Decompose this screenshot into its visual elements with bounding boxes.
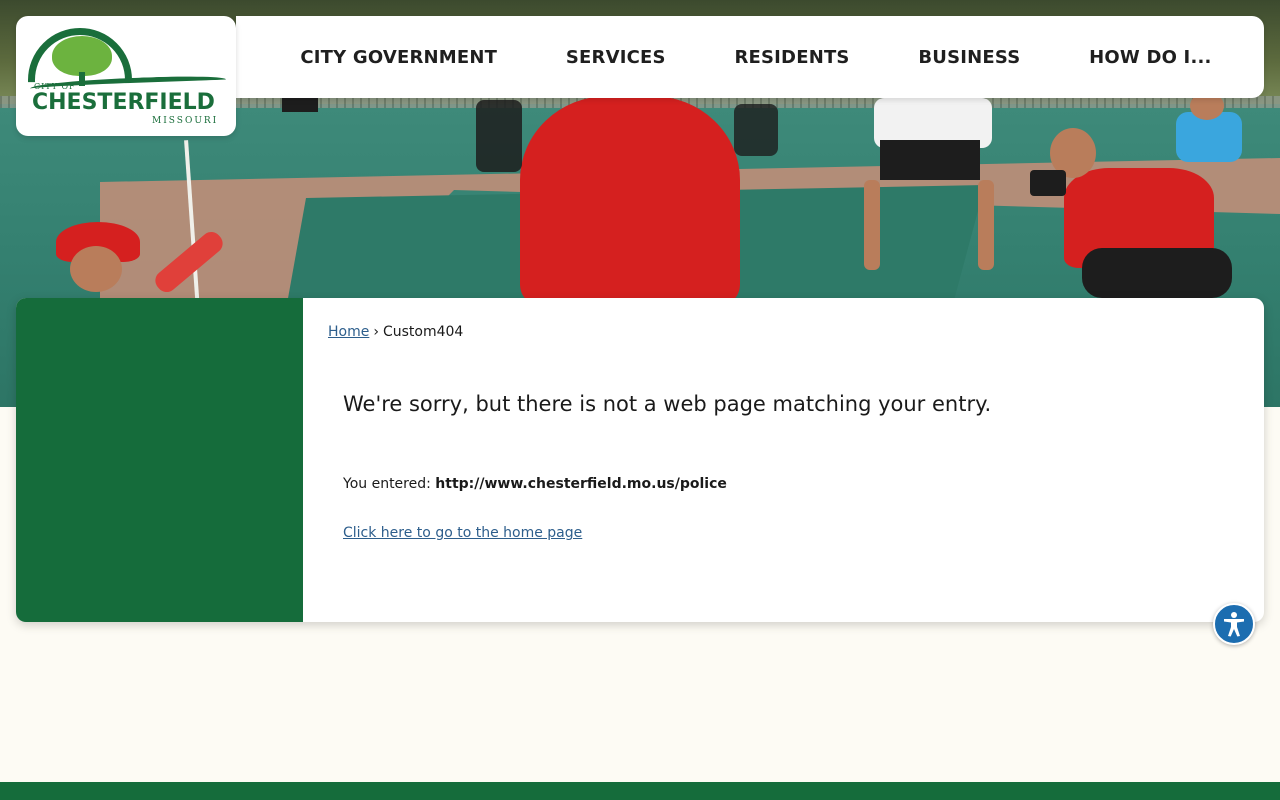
nav-item-services[interactable]: SERVICES bbox=[566, 47, 666, 68]
content-card: Home › Custom404 We're sorry, but there is… bbox=[16, 298, 1264, 622]
logo-state-text: MISSOURI bbox=[152, 116, 219, 126]
hero-fielder-leg-right bbox=[978, 180, 994, 270]
accessibility-button[interactable] bbox=[1213, 603, 1255, 645]
hero-man-red-shirt bbox=[520, 96, 740, 306]
error-message: We're sorry, but there is not a web page… bbox=[343, 392, 992, 416]
hero-wheelchair-bg-2 bbox=[734, 104, 778, 156]
logo-city-name: CHESTERFIELD bbox=[32, 90, 215, 115]
breadcrumb-home-link[interactable]: Home bbox=[328, 324, 369, 340]
hero-fielder-shorts bbox=[880, 140, 980, 180]
nav-item-city-government[interactable]: CITY GOVERNMENT bbox=[300, 47, 497, 68]
nav-item-how-do-i[interactable]: HOW DO I... bbox=[1089, 47, 1211, 68]
entered-url-line: You entered: http://www.chesterfield.mo.… bbox=[343, 476, 727, 492]
hero-batter-face bbox=[70, 246, 122, 292]
hero-camera bbox=[1030, 170, 1066, 196]
entered-url-label: You entered: bbox=[343, 476, 431, 492]
footer-strip bbox=[0, 782, 1280, 800]
site-logo[interactable]: CITY OF CHESTERFIELD MISSOURI bbox=[16, 16, 236, 136]
hero-photographer-shorts bbox=[1082, 248, 1232, 298]
breadcrumb-separator: › bbox=[373, 324, 379, 340]
tree-icon bbox=[52, 36, 112, 76]
nav-item-business[interactable]: BUSINESS bbox=[918, 47, 1020, 68]
hero-fielder-leg-left bbox=[864, 180, 880, 270]
hero-wheelchair-bg bbox=[476, 100, 522, 172]
hero-person-bg-1 bbox=[282, 98, 318, 112]
breadcrumb-current: Custom404 bbox=[382, 324, 464, 340]
entered-url-value: http://www.chesterfield.mo.us/police bbox=[435, 476, 727, 492]
breadcrumb: Home › Custom404 bbox=[328, 324, 463, 340]
sidebar-panel bbox=[16, 298, 303, 622]
main-content: Home › Custom404 We're sorry, but there is… bbox=[303, 298, 1264, 622]
main-navigation: CITY GOVERNMENT SERVICES RESIDENTS BUSIN… bbox=[236, 16, 1264, 98]
nav-item-residents[interactable]: RESIDENTS bbox=[734, 47, 849, 68]
home-page-link[interactable]: Click here to go to the home page bbox=[343, 525, 582, 541]
accessibility-icon bbox=[1224, 612, 1244, 637]
